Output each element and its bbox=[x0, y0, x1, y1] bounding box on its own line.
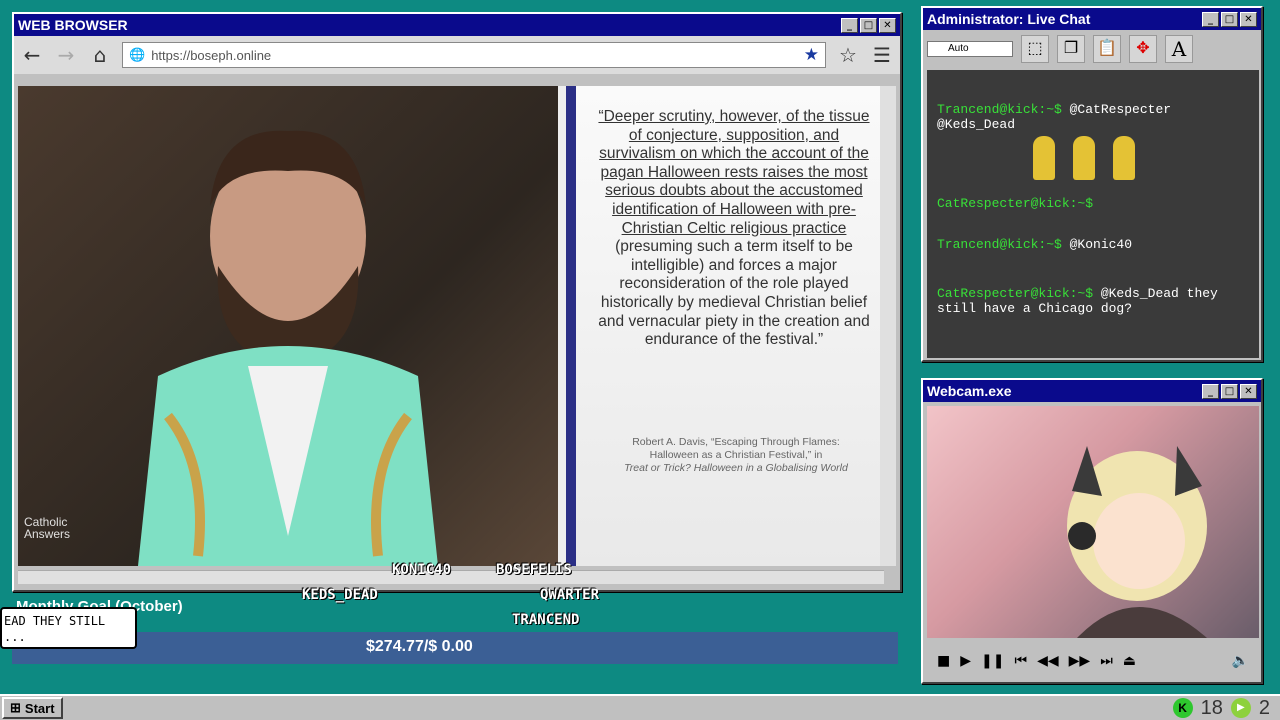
select-rect-icon[interactable]: ⬚ bbox=[1021, 35, 1049, 63]
minimize-button[interactable]: _ bbox=[841, 17, 858, 33]
quote-slide: “Deeper scrutiny, however, of the tissue… bbox=[566, 86, 894, 566]
quote-citation: Robert A. Davis, “Escaping Through Flame… bbox=[624, 436, 848, 474]
url-text[interactable]: https://boseph.online bbox=[151, 48, 798, 63]
maximize-button[interactable]: □ bbox=[1221, 11, 1238, 27]
webcam-feed bbox=[927, 406, 1259, 638]
browser-window: WEB BROWSER _ □ ✕ ← → ⌂ 🌐 https://boseph… bbox=[12, 12, 902, 592]
system-tray: K 18 ▶ 2 bbox=[1172, 696, 1278, 720]
eject-icon[interactable]: ⏏ bbox=[1123, 653, 1136, 669]
maximize-button[interactable]: □ bbox=[860, 17, 877, 33]
volume-icon[interactable]: 🔈 bbox=[1232, 653, 1249, 669]
paste-icon[interactable]: 📋 bbox=[1093, 35, 1121, 63]
play-icon[interactable]: ▶ bbox=[960, 653, 971, 669]
pause-icon[interactable]: ❚❚ bbox=[981, 653, 1004, 669]
start-button[interactable]: ⊞ Start bbox=[2, 697, 63, 719]
chat-message: CatRespecter@kick:~$ @Keds_Dead they sti… bbox=[937, 286, 1218, 316]
chat-log: Trancend@kick:~$ @CatRespecter @Keds_Dea… bbox=[927, 70, 1259, 358]
quote-text: “Deeper scrutiny, however, of the tissue… bbox=[598, 108, 870, 349]
forward-icon[interactable]: → bbox=[54, 43, 78, 67]
chat-window: Administrator: Live Chat _ □ ✕ Auto ⬚ ❐ … bbox=[921, 6, 1263, 362]
globe-icon: 🌐 bbox=[129, 47, 146, 62]
browser-title: WEB BROWSER bbox=[18, 17, 128, 33]
other-viewer-count: 2 bbox=[1258, 696, 1270, 719]
page-content: Catholic Answers “Deeper scrutiny, howev… bbox=[18, 86, 894, 566]
bookmarked-star-icon[interactable]: ★ bbox=[804, 45, 819, 65]
chat-toolbar: Auto ⬚ ❐ 📋 ✥ A bbox=[923, 30, 1261, 68]
video-frame: Catholic Answers bbox=[18, 86, 558, 566]
star-icon[interactable]: ☆ bbox=[836, 43, 860, 67]
chat-message: CatRespecter@kick:~$ bbox=[937, 196, 1094, 211]
chat-message: Trancend@kick:~$ @Konic40 bbox=[937, 237, 1133, 252]
webcam-title: Webcam.exe bbox=[927, 383, 1012, 399]
maximize-button[interactable]: □ bbox=[1221, 383, 1238, 399]
emote-icon bbox=[1033, 136, 1055, 180]
catholic-answers-logo: Catholic Answers bbox=[24, 515, 71, 541]
close-button[interactable]: ✕ bbox=[879, 17, 896, 33]
chat-message: Trancend@kick:~$ @CatRespecter @Keds_Dea… bbox=[937, 102, 1172, 132]
kick-viewer-count: 18 bbox=[1200, 696, 1223, 719]
address-bar[interactable]: 🌐 https://boseph.online ★ bbox=[122, 42, 826, 68]
close-button[interactable]: ✕ bbox=[1240, 11, 1257, 27]
media-controls: ■ ▶ ❚❚ ⏮ ◀◀ ▶▶ ⏭ ⏏ 🔈 bbox=[927, 644, 1259, 678]
fast-forward-icon[interactable]: ▶▶ bbox=[1069, 653, 1091, 669]
viewer-name: KEDS_DEAD bbox=[302, 587, 378, 603]
stop-icon[interactable]: ■ bbox=[937, 653, 950, 669]
kick-icon: K bbox=[1172, 698, 1193, 718]
taskbar: ⊞ Start K 18 ▶ 2 bbox=[0, 694, 1280, 720]
close-button[interactable]: ✕ bbox=[1240, 383, 1257, 399]
webcam-titlebar: Webcam.exe _ □ ✕ bbox=[923, 380, 1261, 402]
play-platform-icon: ▶ bbox=[1230, 698, 1251, 718]
menu-icon[interactable]: ☰ bbox=[870, 43, 894, 67]
vertical-scrollbar[interactable] bbox=[880, 86, 896, 566]
skip-back-icon[interactable]: ⏮ bbox=[1014, 653, 1027, 669]
chat-titlebar: Administrator: Live Chat _ □ ✕ bbox=[923, 8, 1261, 30]
minimize-button[interactable]: _ bbox=[1202, 11, 1219, 27]
viewer-name: QWARTER bbox=[540, 587, 600, 603]
back-icon[interactable]: ← bbox=[20, 43, 44, 67]
move-icon[interactable]: ✥ bbox=[1129, 35, 1157, 63]
emote-icon bbox=[1113, 136, 1135, 180]
auto-select[interactable]: Auto bbox=[927, 41, 1013, 57]
skip-forward-icon[interactable]: ⏭ bbox=[1100, 653, 1113, 669]
webcam-window: Webcam.exe _ □ ✕ ■ ▶ ❚❚ ⏮ ◀◀ ▶▶ ⏭ ⏏ 🔈 bbox=[921, 378, 1263, 684]
emote-icon bbox=[1073, 136, 1095, 180]
viewer-name: BOSEFELIS bbox=[496, 562, 572, 578]
browser-titlebar: WEB BROWSER _ □ ✕ bbox=[14, 14, 900, 36]
chat-title: Administrator: Live Chat bbox=[927, 11, 1091, 27]
viewer-name: TRANCEND bbox=[512, 612, 580, 628]
goal-amount: $274.77/$ 0.00 bbox=[366, 638, 473, 655]
speaker-figure bbox=[138, 130, 438, 566]
copy-icon[interactable]: ❐ bbox=[1057, 35, 1085, 63]
rewind-icon[interactable]: ◀◀ bbox=[1037, 653, 1059, 669]
home-icon[interactable]: ⌂ bbox=[88, 43, 112, 67]
font-icon[interactable]: A bbox=[1165, 35, 1193, 63]
viewer-name: KONIC40 bbox=[392, 562, 452, 578]
vtuber-avatar bbox=[1067, 446, 1207, 638]
nav-bar: ← → ⌂ 🌐 https://boseph.online ★ ☆ ☰ bbox=[14, 36, 900, 74]
windows-logo-icon: ⊞ bbox=[10, 700, 21, 715]
minimize-button[interactable]: _ bbox=[1202, 383, 1219, 399]
speech-bubble: EAD THEY STILL ... bbox=[0, 607, 137, 649]
